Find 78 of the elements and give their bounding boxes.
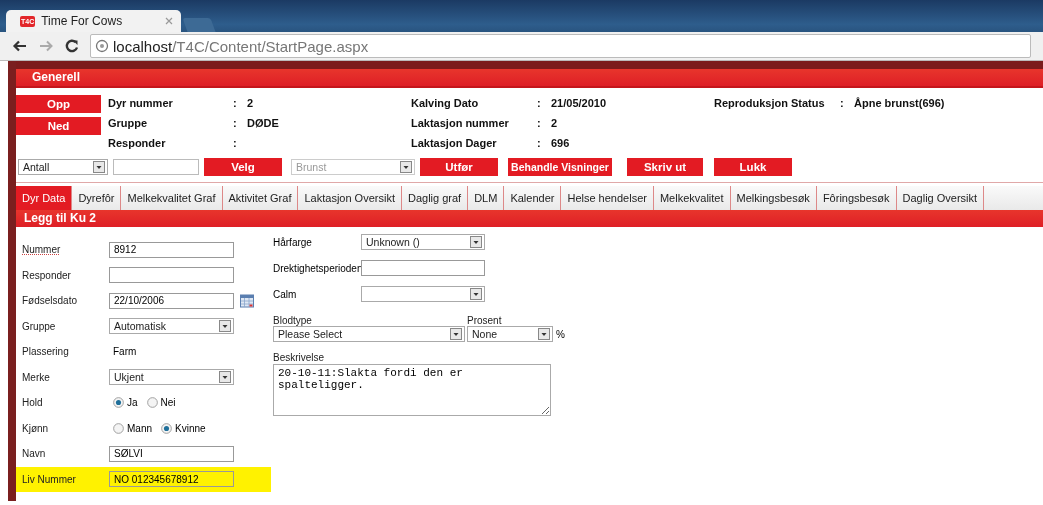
- info-value: Åpne brunst(696): [854, 97, 945, 111]
- input-field[interactable]: [113, 159, 199, 175]
- dropdown[interactable]: None: [467, 326, 553, 342]
- field-label: Navn: [22, 448, 47, 460]
- section-header: Generell: [16, 69, 1043, 88]
- field-label: Drektighetsperioden: [273, 262, 361, 274]
- field-label: Hold: [22, 397, 44, 409]
- toolbar-button[interactable]: Velg: [204, 158, 282, 176]
- radio-button[interactable]: [146, 397, 158, 409]
- radio-label: Kvinne: [175, 422, 206, 434]
- field-label: Gruppe: [22, 320, 57, 332]
- info-colon: :: [233, 97, 238, 111]
- info-label: Responder: [108, 137, 167, 151]
- info-value: 2: [551, 117, 558, 131]
- field-label: Fødselsdato: [22, 295, 79, 307]
- field-label: Liv Nummer: [22, 473, 77, 485]
- input-field[interactable]: 8912: [109, 241, 234, 258]
- info-label: Reproduksjon Status: [714, 97, 826, 111]
- input-field[interactable]: [361, 260, 485, 276]
- nav-button[interactable]: Opp: [16, 95, 101, 113]
- info-label: Gruppe: [108, 117, 149, 131]
- field-label: Calm: [273, 288, 298, 300]
- radio-label: Ja: [127, 397, 138, 409]
- info-colon: :: [537, 117, 542, 131]
- info-value: 2: [247, 97, 254, 111]
- info-colon: :: [233, 137, 238, 151]
- toolbar-button[interactable]: Skriv ut: [627, 158, 703, 176]
- text-area[interactable]: 20-10-11:Slakta fordi den er spalteligger.: [273, 364, 551, 416]
- dropdown[interactable]: Ukjent: [109, 369, 234, 386]
- info-label: Dyr nummer: [108, 97, 174, 111]
- calendar-icon[interactable]: [240, 293, 254, 308]
- field-label: Plassering: [22, 346, 70, 358]
- back-icon[interactable]: [12, 38, 28, 54]
- radio-button[interactable]: [113, 397, 124, 409]
- dropdown[interactable]: Unknown (): [361, 234, 485, 250]
- unit-label: %: [556, 328, 565, 340]
- info-value: 21/05/2010: [551, 97, 607, 111]
- field-label: Prosent: [467, 315, 503, 326]
- info-label: Kalving Dato: [411, 97, 480, 111]
- field-label: Hårfarge: [273, 236, 313, 248]
- close-icon[interactable]: [165, 17, 173, 25]
- info-colon: :: [840, 97, 845, 111]
- radio-button[interactable]: [161, 422, 172, 434]
- field-value: Farm: [112, 346, 137, 358]
- info-colon: :: [537, 97, 542, 111]
- info-colon: :: [537, 137, 542, 151]
- nav-button[interactable]: Ned: [16, 117, 101, 135]
- info-label: Laktasjon Dager: [411, 137, 498, 151]
- field-label: Nummer: [22, 244, 62, 256]
- radio-label: Mann: [127, 422, 152, 434]
- dropdown[interactable]: Automatisk: [109, 318, 234, 335]
- form-header: Legg til Ku 2: [16, 210, 1043, 227]
- input-field[interactable]: NO 012345678912: [109, 471, 234, 488]
- input-field[interactable]: [109, 267, 234, 284]
- toolbar-button[interactable]: Utfør: [420, 158, 498, 176]
- input-field[interactable]: SØLVI: [109, 445, 234, 462]
- date-field[interactable]: 22/10/2006: [109, 292, 234, 309]
- field-label: Merke: [22, 371, 51, 383]
- tab[interactable]: Dyr Data: [16, 186, 73, 210]
- tab-title: Time For Cows: [41, 14, 123, 28]
- reload-icon[interactable]: [64, 38, 80, 54]
- toolbar-button[interactable]: Lukk: [714, 158, 792, 176]
- info-colon: :: [233, 117, 238, 131]
- field-label: Beskrivelse: [273, 352, 326, 363]
- dropdown[interactable]: Please Select: [273, 326, 465, 342]
- field-label: Kjønn: [22, 422, 50, 434]
- radio-label: Nei: [160, 397, 176, 409]
- toolbar-button[interactable]: Behandle Visninger: [508, 158, 612, 176]
- info-value: 696: [551, 137, 570, 151]
- url-text: localhost/T4C/Content/StartPage.aspx: [113, 37, 369, 55]
- address-bar[interactable]: localhost/T4C/Content/StartPage.aspx: [90, 34, 1031, 58]
- field-label: Responder: [22, 269, 72, 281]
- dropdown[interactable]: Antall: [18, 159, 108, 175]
- page-icon: [95, 39, 109, 53]
- field-label: Blodtype: [273, 315, 313, 326]
- radio-button[interactable]: [113, 422, 124, 434]
- info-value: DØDE: [247, 117, 279, 131]
- info-label: Laktasjon nummer: [411, 117, 510, 131]
